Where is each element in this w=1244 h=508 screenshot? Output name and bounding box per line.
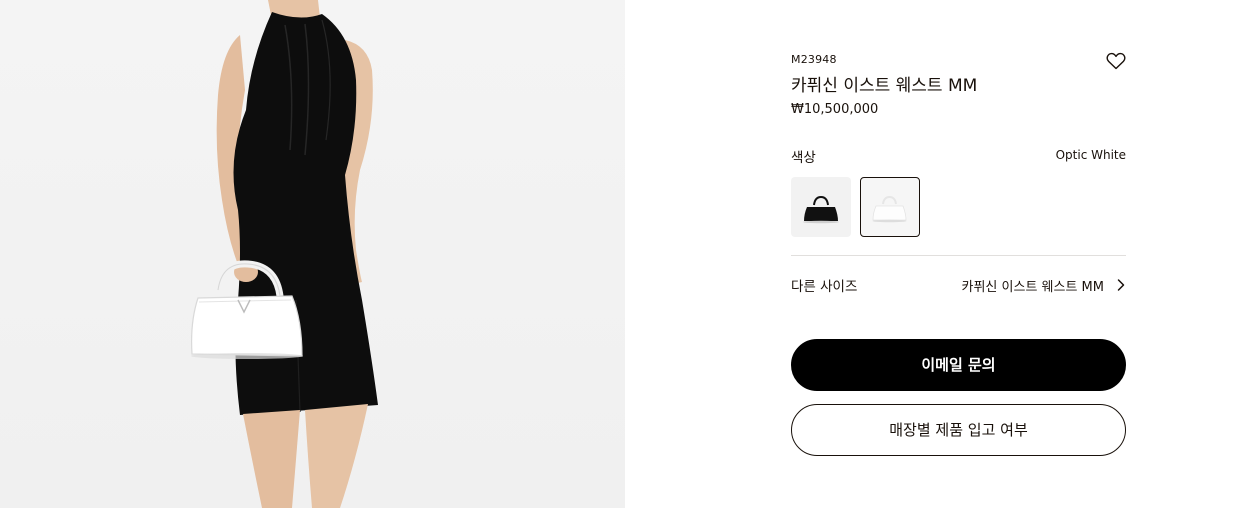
swatch-black[interactable] bbox=[791, 177, 851, 237]
other-sizes-label: 다른 사이즈 bbox=[791, 279, 858, 295]
product-sku: M23948 bbox=[791, 53, 837, 66]
color-label: 색상 bbox=[791, 150, 816, 166]
heart-icon[interactable] bbox=[1106, 52, 1126, 70]
product-price: ₩10,500,000 bbox=[791, 102, 879, 117]
product-details: M23948 카퓌신 이스트 웨스트 MM ₩10,500,000 색상 Opt… bbox=[791, 0, 1126, 508]
other-sizes-value: 카퓌신 이스트 웨스트 MM bbox=[961, 280, 1104, 295]
swatch-optic-white[interactable] bbox=[860, 177, 920, 237]
product-page: M23948 카퓌신 이스트 웨스트 MM ₩10,500,000 색상 Opt… bbox=[0, 0, 1244, 508]
chevron-right-icon bbox=[1116, 277, 1126, 291]
product-image bbox=[0, 0, 625, 508]
other-sizes-row[interactable]: 다른 사이즈 카퓌신 이스트 웨스트 MM bbox=[791, 264, 1126, 304]
store-availability-button[interactable]: 매장별 제품 입고 여부 bbox=[791, 404, 1126, 456]
email-inquiry-button[interactable]: 이메일 문의 bbox=[791, 339, 1126, 391]
product-title: 카퓌신 이스트 웨스트 MM bbox=[791, 76, 978, 96]
divider bbox=[791, 255, 1126, 256]
selected-color: Optic White bbox=[1055, 148, 1126, 162]
